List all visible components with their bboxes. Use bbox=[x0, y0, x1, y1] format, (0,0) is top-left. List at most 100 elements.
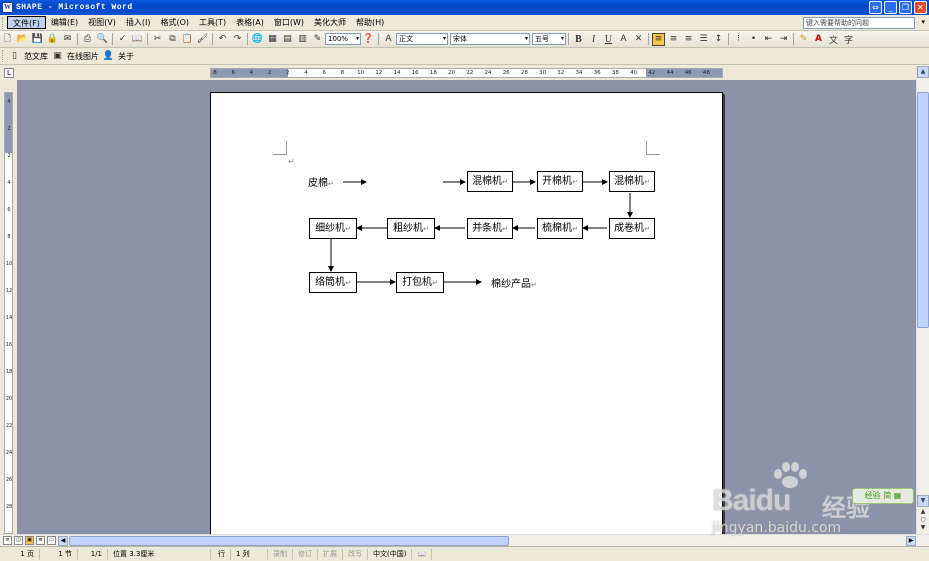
menu-edit[interactable]: 编辑(E) bbox=[46, 16, 83, 29]
flow-box-spinning[interactable]: 细纱机↵ bbox=[309, 218, 357, 239]
zoom-select[interactable]: 100% ▾ bbox=[325, 33, 361, 45]
word-app-icon[interactable]: W bbox=[2, 2, 13, 13]
scroll-left-icon[interactable]: ◀ bbox=[58, 536, 68, 546]
menu-file[interactable]: 文件(F) bbox=[7, 16, 46, 29]
font-color-icon[interactable]: A bbox=[812, 33, 825, 46]
menu-format[interactable]: 格式(O) bbox=[155, 16, 194, 29]
normal-view-icon[interactable]: ≡ bbox=[3, 536, 12, 545]
hyperlink-icon[interactable]: 🌐 bbox=[251, 33, 264, 46]
numbering-icon[interactable]: ⁝ bbox=[732, 33, 745, 46]
align-right-icon[interactable]: ≡ bbox=[682, 33, 695, 46]
flow-box-mixer-1[interactable]: 混棉机↵ bbox=[467, 171, 513, 192]
research-icon[interactable]: 📖 bbox=[131, 33, 144, 46]
help-search-input[interactable]: 键入需要帮助的问题 bbox=[803, 17, 915, 29]
restore-button[interactable]: ❐ bbox=[899, 1, 912, 14]
select-browse-object-icon[interactable]: ○ bbox=[919, 516, 927, 524]
status-revise[interactable]: 修订 bbox=[293, 548, 318, 560]
next-page-icon[interactable]: ▼ bbox=[919, 524, 927, 532]
drawing-icon[interactable]: ✎ bbox=[311, 33, 324, 46]
flow-box-opener[interactable]: 开棉机↵ bbox=[537, 171, 583, 192]
line-spacing-icon[interactable]: ↕ bbox=[712, 33, 725, 46]
horizontal-ruler[interactable]: 8 6 4 2 2 4 6 8 10 12 14 16 18 20 22 24 26 28 30 32 34 36 38 40… bbox=[210, 68, 723, 78]
flow-box-carding[interactable]: 梳棉机↵ bbox=[537, 218, 583, 239]
help-icon[interactable]: ❓ bbox=[362, 33, 375, 46]
template-library-button[interactable]: 范文库 bbox=[24, 51, 48, 62]
char-border-button[interactable]: A bbox=[617, 33, 630, 46]
highlight-icon[interactable]: ✎ bbox=[797, 33, 810, 46]
columns-icon[interactable]: ▥ bbox=[296, 33, 309, 46]
insert-table-icon[interactable]: ▤ bbox=[281, 33, 294, 46]
toolbar-grip[interactable] bbox=[2, 50, 5, 62]
copy-icon[interactable]: ⧉ bbox=[166, 33, 179, 46]
outline-view-icon[interactable]: ≣ bbox=[36, 536, 45, 545]
online-images-button[interactable]: 在线图片 bbox=[67, 51, 99, 62]
save-icon[interactable]: 💾 bbox=[31, 33, 44, 46]
redo-icon[interactable]: ↷ bbox=[231, 33, 244, 46]
align-center-icon[interactable]: ≡ bbox=[667, 33, 680, 46]
flow-box-baling[interactable]: 打包机↵ bbox=[396, 272, 444, 293]
align-justify-icon[interactable]: ≡ bbox=[652, 32, 665, 46]
flow-box-lapper[interactable]: 成卷机↵ bbox=[609, 218, 655, 239]
flow-box-winding[interactable]: 络筒机↵ bbox=[309, 272, 357, 293]
print-icon[interactable]: ⎙ bbox=[81, 33, 94, 46]
flow-box-mixer-2[interactable]: 混棉机↵ bbox=[609, 171, 655, 192]
scale-icon[interactable]: ✕ bbox=[632, 33, 645, 46]
format-painter-icon[interactable]: 🖌 bbox=[196, 33, 209, 46]
enclose-char-icon[interactable]: 字 bbox=[842, 33, 855, 46]
menu-insert[interactable]: 插入(I) bbox=[121, 16, 156, 29]
about-button[interactable]: 关于 bbox=[118, 51, 134, 62]
vertical-scrollbar[interactable]: ▲ ▼ ▲ ○ ▼ bbox=[916, 65, 929, 534]
previous-page-icon[interactable]: ▲ bbox=[919, 508, 927, 516]
menu-beautify[interactable]: 美化大师 bbox=[309, 16, 351, 29]
menu-tools[interactable]: 工具(T) bbox=[194, 16, 231, 29]
new-document-icon[interactable]: 🗋 bbox=[1, 33, 14, 46]
italic-button[interactable]: I bbox=[587, 33, 600, 46]
print-layout-view-icon[interactable]: ▣ bbox=[25, 536, 34, 545]
styles-pane-icon[interactable]: A bbox=[382, 33, 395, 46]
horizontal-scroll-thumb[interactable] bbox=[69, 536, 509, 546]
scroll-down-icon[interactable]: ▼ bbox=[917, 495, 929, 507]
vertical-scroll-thumb[interactable] bbox=[917, 92, 929, 328]
menu-help[interactable]: 帮助(H) bbox=[351, 16, 389, 29]
tab-selector-button[interactable]: L bbox=[4, 68, 14, 78]
status-language[interactable]: 中文(中国) bbox=[368, 548, 413, 560]
vertical-ruler[interactable]: 4 2 2 4 6 8 10 12 14 16 18 20 22 24 26 28 bbox=[4, 92, 13, 534]
phonetic-icon[interactable]: 文 bbox=[827, 33, 840, 46]
status-extend[interactable]: 扩展 bbox=[318, 548, 343, 560]
paste-icon[interactable]: 📋 bbox=[181, 33, 194, 46]
email-icon[interactable]: ✉ bbox=[61, 33, 74, 46]
menu-grip[interactable] bbox=[2, 16, 5, 29]
font-select[interactable]: 宋体 ▾ bbox=[450, 33, 530, 45]
menu-table[interactable]: 表格(A) bbox=[231, 16, 269, 29]
bold-button[interactable]: B bbox=[572, 33, 585, 46]
font-size-select[interactable]: 五号 ▾ bbox=[532, 33, 566, 45]
minimize-button[interactable]: _ bbox=[884, 1, 897, 14]
spelling-status-icon[interactable]: 📖 bbox=[412, 548, 433, 560]
bullets-icon[interactable]: • bbox=[747, 33, 760, 46]
flow-box-drawing[interactable]: 并条机↵ bbox=[467, 218, 513, 239]
permission-icon[interactable]: 🔒 bbox=[46, 33, 59, 46]
flow-box-roving[interactable]: 粗纱机↵ bbox=[387, 218, 435, 239]
reading-view-icon[interactable]: ▭ bbox=[47, 536, 56, 545]
swap-icon[interactable]: ⇔ bbox=[869, 1, 882, 14]
web-view-icon[interactable]: ◫ bbox=[14, 536, 23, 545]
close-button[interactable]: ✕ bbox=[914, 1, 927, 14]
tables-borders-icon[interactable]: ▦ bbox=[266, 33, 279, 46]
style-select[interactable]: 正文 ▾ bbox=[396, 33, 448, 45]
distributed-icon[interactable]: ☰ bbox=[697, 33, 710, 46]
menu-view[interactable]: 视图(V) bbox=[83, 16, 121, 29]
menu-window[interactable]: 窗口(W) bbox=[269, 16, 309, 29]
underline-button[interactable]: U bbox=[602, 33, 615, 46]
scroll-up-icon[interactable]: ▲ bbox=[917, 66, 929, 78]
chevron-down-icon[interactable]: ▾ bbox=[921, 18, 925, 26]
status-record[interactable]: 录制 bbox=[268, 548, 293, 560]
spelling-icon[interactable]: ✓ bbox=[116, 33, 129, 46]
decrease-indent-icon[interactable]: ⇤ bbox=[762, 33, 775, 46]
cut-icon[interactable]: ✂ bbox=[151, 33, 164, 46]
open-folder-icon[interactable]: 📂 bbox=[16, 33, 29, 46]
increase-indent-icon[interactable]: ⇥ bbox=[777, 33, 790, 46]
status-overwrite[interactable]: 改写 bbox=[343, 548, 368, 560]
print-preview-icon[interactable]: 🔍 bbox=[96, 33, 109, 46]
undo-icon[interactable]: ↶ bbox=[216, 33, 229, 46]
document-page[interactable]: ↵ 皮棉↵ 混棉机↵ 开棉机↵ 混棉机↵ 成卷机↵ 梳棉机↵ 并条机↵ 粗纱机↵… bbox=[210, 92, 723, 534]
